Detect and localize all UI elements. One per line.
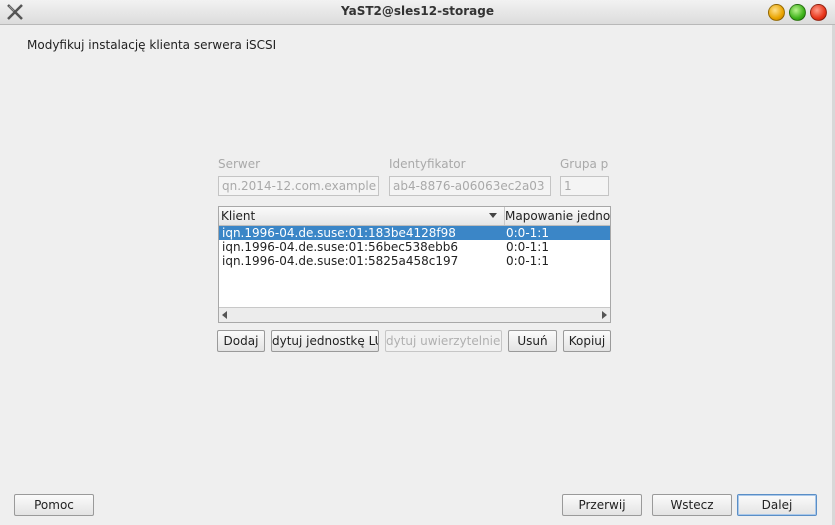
server-label: Serwer <box>218 157 261 171</box>
cell-client: iqn.1996-04.de.suse:01:56bec538ebb6 <box>222 240 459 254</box>
minimize-icon[interactable] <box>768 4 785 21</box>
identifier-label: Identyfikator <box>389 157 466 171</box>
back-button[interactable]: Wstecz <box>652 494 732 516</box>
title-bar[interactable]: YaST2@sles12-storage <box>0 0 835 25</box>
table-row[interactable]: iqn.1996-04.de.suse:01:5825a458c197 0:0-… <box>219 254 610 268</box>
scroll-left-icon[interactable] <box>222 311 227 319</box>
cell-mapping: 0:0-1:1 <box>506 254 549 268</box>
cell-client: iqn.1996-04.de.suse:01:183be4128f98 <box>222 226 456 240</box>
scroll-right-icon[interactable] <box>602 311 607 319</box>
close-icon[interactable] <box>810 4 827 21</box>
table-row[interactable]: iqn.1996-04.de.suse:01:56bec538ebb6 0:0-… <box>219 240 610 254</box>
edit-lun-button[interactable]: dytuj jednostkę LU <box>271 330 379 352</box>
cell-client: iqn.1996-04.de.suse:01:5825a458c197 <box>222 254 459 268</box>
horizontal-scrollbar[interactable] <box>219 307 610 322</box>
table-row[interactable]: iqn.1996-04.de.suse:01:183be4128f98 0:0-… <box>219 226 610 240</box>
identifier-field[interactable]: ab4-8876-a06063ec2a03 <box>389 176 551 196</box>
window-title: YaST2@sles12-storage <box>341 4 494 18</box>
add-button[interactable]: Dodaj <box>217 330 265 352</box>
edit-auth-button[interactable]: dytuj uwierzytelnien <box>385 330 502 352</box>
clients-table[interactable]: Klient Mapowanie jedno iqn.1996-04.de.su… <box>218 206 611 323</box>
table-header: Klient Mapowanie jedno <box>219 207 610 226</box>
sort-descending-icon[interactable] <box>489 213 497 218</box>
delete-button[interactable]: Usuń <box>508 330 557 352</box>
copy-button[interactable]: Kopiuj <box>563 330 611 352</box>
group-field[interactable]: 1 <box>560 176 609 196</box>
abort-button[interactable]: Przerwij <box>562 494 642 516</box>
next-button[interactable]: Dalej <box>737 494 817 516</box>
group-label: Grupa p <box>560 157 609 171</box>
help-button[interactable]: Pomoc <box>14 494 94 516</box>
server-field[interactable]: qn.2014-12.com.example <box>218 176 379 196</box>
maximize-icon[interactable] <box>789 4 806 21</box>
column-header-mapping[interactable]: Mapowanie jedno <box>504 207 610 225</box>
cell-mapping: 0:0-1:1 <box>506 240 549 254</box>
column-header-client[interactable]: Klient <box>221 207 501 225</box>
cell-mapping: 0:0-1:1 <box>506 226 549 240</box>
page-title: Modyfikuj instalację klienta serwera iSC… <box>27 38 277 52</box>
